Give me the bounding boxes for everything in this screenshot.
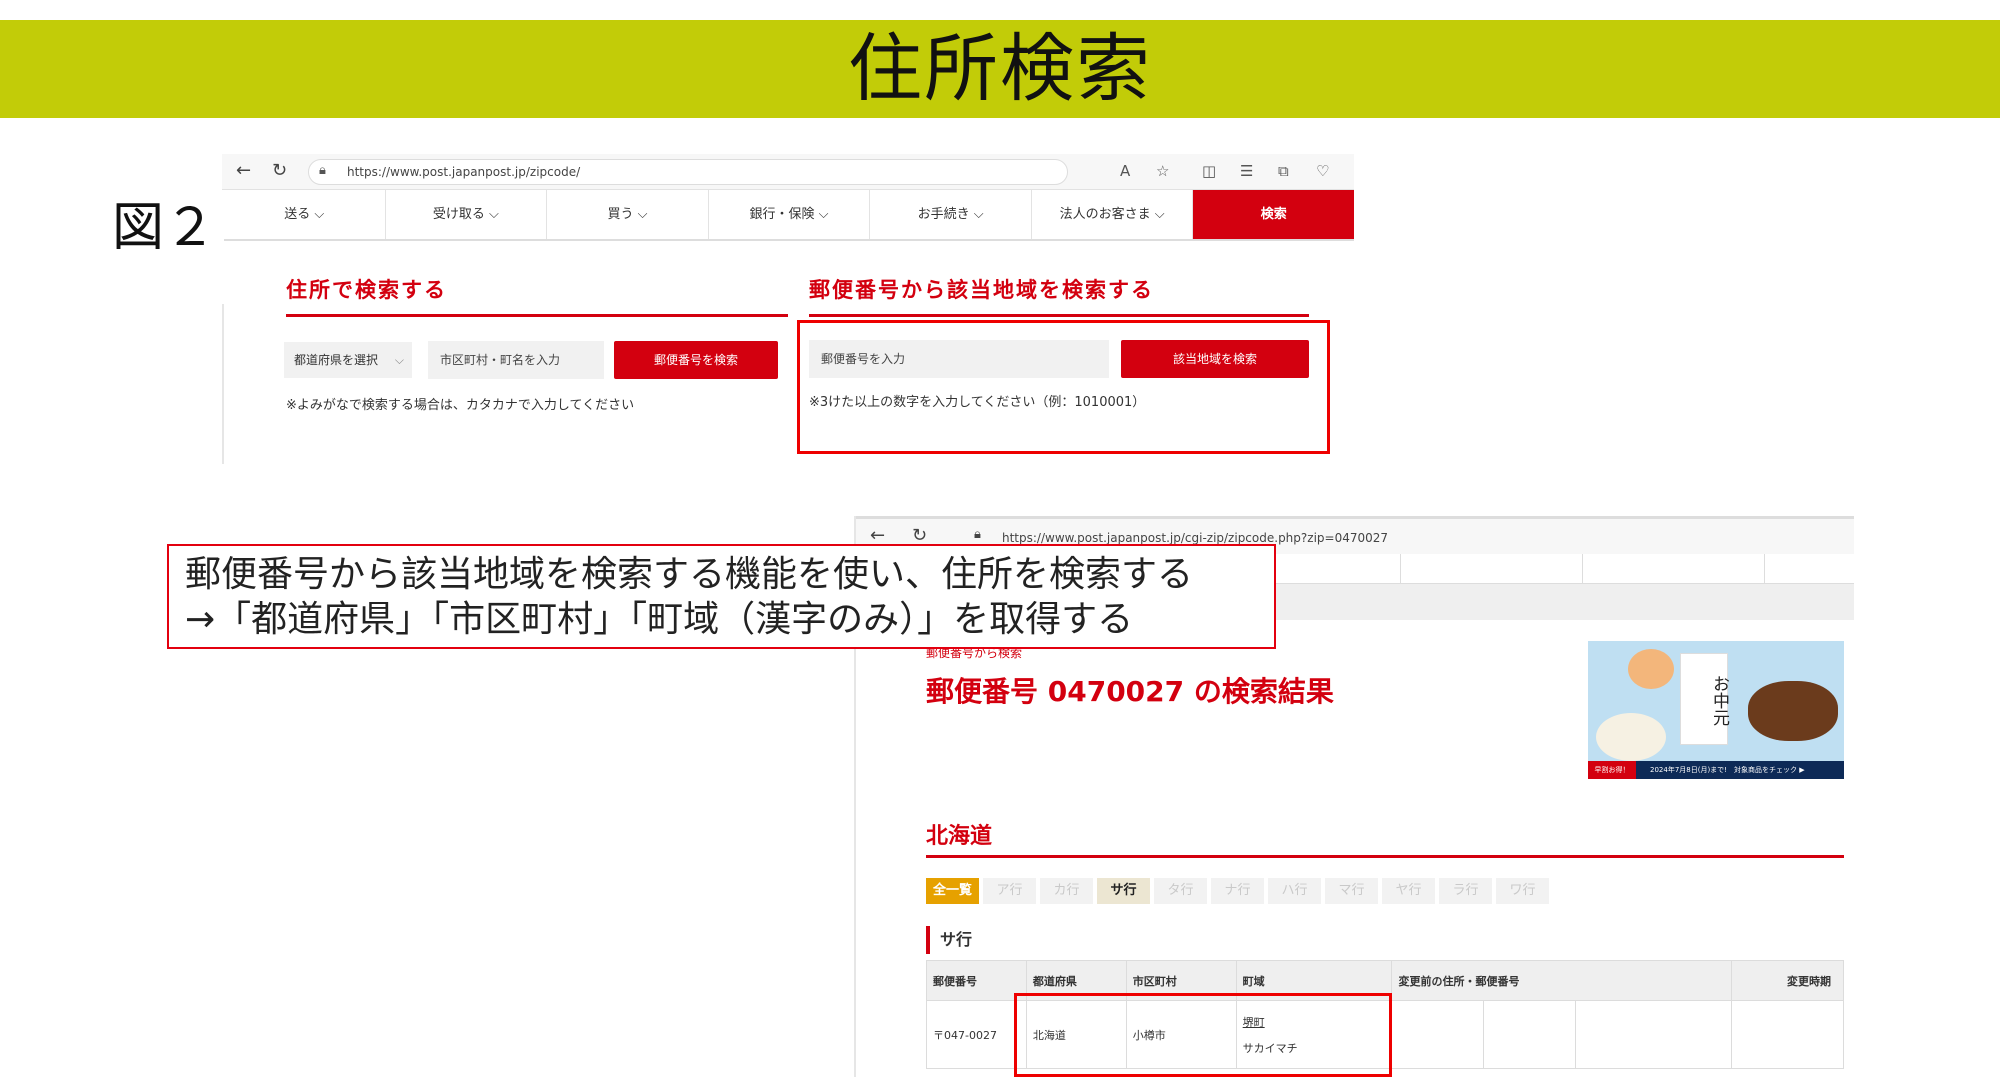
cell-empty xyxy=(1391,1000,1485,1069)
nav-separator xyxy=(1764,554,1765,584)
reload-icon[interactable]: ↻ xyxy=(912,525,927,546)
tab-ka[interactable]: カ行 xyxy=(1040,878,1093,904)
tab-all[interactable]: 全一覧 xyxy=(926,878,979,904)
main-nav: 送る ⌵ 受け取る ⌵ 買う ⌵ 銀行・保険 ⌵ お手続き ⌵ 法人のお客さま … xyxy=(224,190,1354,241)
slide-title: 住所検索 xyxy=(848,26,1152,112)
tab-na[interactable]: ナ行 xyxy=(1211,878,1264,904)
url-text: https://www.post.japanpost.jp/cgi-zip/zi… xyxy=(1002,531,1389,545)
nav-search-button[interactable]: 検索 xyxy=(1193,190,1354,239)
nav-procedures[interactable]: お手続き ⌵ xyxy=(870,190,1032,239)
lock-icon: 🔒︎ xyxy=(974,527,981,542)
row-group-heading: サ行 xyxy=(926,926,972,954)
collections-icon[interactable]: ⧉ xyxy=(1278,162,1289,180)
cell-empty xyxy=(1483,1000,1577,1069)
tab-ra[interactable]: ラ行 xyxy=(1439,878,1492,904)
promo-eel-image xyxy=(1748,681,1838,741)
nav-corporate[interactable]: 法人のお客さま ⌵ xyxy=(1032,190,1194,239)
result-title: 郵便番号 0470027 の検索結果 xyxy=(926,675,1334,708)
url-field[interactable]: 🔒︎ https://www.post.japanpost.jp/zipcode… xyxy=(308,159,1068,185)
header-zip: 郵便番号 xyxy=(926,960,1027,1001)
chevron-down-icon: ⌵ xyxy=(394,353,404,367)
lock-icon: 🔒︎ xyxy=(319,163,326,178)
promo-early-badge: 早割お得！ xyxy=(1588,761,1636,779)
nav-separator xyxy=(1400,554,1401,584)
figure-label: 図２ xyxy=(112,198,217,258)
tab-sa[interactable]: サ行 xyxy=(1097,878,1150,904)
promo-card-text: お中元 xyxy=(1709,674,1729,726)
page-edge xyxy=(222,304,224,464)
tab-ta[interactable]: タ行 xyxy=(1154,878,1207,904)
title-banner: 住所検索 xyxy=(0,20,2000,118)
prefecture-select-label: 都道府県を選択 xyxy=(294,353,379,367)
favorite-star-icon[interactable]: ☆ xyxy=(1156,162,1169,180)
tab-ma[interactable]: マ行 xyxy=(1325,878,1378,904)
tab-ha[interactable]: ハ行 xyxy=(1268,878,1321,904)
tab-a[interactable]: ア行 xyxy=(983,878,1036,904)
result-columns-highlight xyxy=(1014,993,1392,1077)
promo-noodle-image xyxy=(1596,713,1666,761)
url-text: https://www.post.japanpost.jp/zipcode/ xyxy=(347,165,581,179)
promo-card: お中元 xyxy=(1680,653,1729,745)
header-change-date: 変更時期 xyxy=(1731,960,1844,1001)
tab-wa[interactable]: ワ行 xyxy=(1496,878,1549,904)
back-icon[interactable]: ← xyxy=(870,525,885,546)
tab-ya[interactable]: ヤ行 xyxy=(1382,878,1435,904)
city-input[interactable]: 市区町村・町名を入力 xyxy=(428,341,604,379)
address-search-title: 住所で検索する xyxy=(286,278,447,302)
zip-search-rule xyxy=(809,314,1309,317)
address-search-rule xyxy=(286,314,788,317)
kana-tabs: 全一覧 ア行 カ行 サ行 タ行 ナ行 ハ行 マ行 ヤ行 ラ行 ワ行 xyxy=(926,878,1549,904)
nav-send[interactable]: 送る ⌵ xyxy=(224,190,386,239)
nav-receive[interactable]: 受け取る ⌵ xyxy=(386,190,548,239)
nav-buy[interactable]: 買う ⌵ xyxy=(547,190,709,239)
nav-bank-insurance[interactable]: 銀行・保険 ⌵ xyxy=(709,190,871,239)
zip-search-button[interactable]: 郵便番号を検索 xyxy=(614,341,778,379)
cell-empty xyxy=(1731,1000,1844,1069)
header-previous-address: 変更前の住所・郵便番号 xyxy=(1391,960,1733,1001)
prefecture-heading: 北海道 xyxy=(926,824,993,849)
callout-line-2: →「都道府県」「市区町村」「町域（漢字のみ）」を取得する xyxy=(185,599,1134,640)
prefecture-rule xyxy=(926,855,1844,858)
back-icon[interactable]: ← xyxy=(236,160,251,181)
cell-empty xyxy=(1575,1000,1733,1069)
kana-note: ※よみがなで検索する場合は、カタカナで入力してください xyxy=(286,398,635,413)
read-aloud-icon[interactable]: A xyxy=(1120,162,1130,180)
extensions-icon[interactable]: ♡ xyxy=(1316,162,1329,180)
cell-zip: 〒047-0027 xyxy=(926,1000,1027,1069)
favorites-icon[interactable]: ☰ xyxy=(1240,162,1253,180)
zip-section-highlight xyxy=(797,320,1330,454)
prefecture-select[interactable]: 都道府県を選択 ⌵ xyxy=(284,342,412,378)
browser-address-bar: ← ↻ 🔒︎ https://www.post.japanpost.jp/zip… xyxy=(222,154,1354,190)
reload-icon[interactable]: ↻ xyxy=(272,160,287,181)
callout-line-1: 郵便番号から該当地域を検索する機能を使い、住所を検索する xyxy=(185,554,1194,595)
nav-separator xyxy=(1582,554,1583,584)
split-screen-icon[interactable]: ◫ xyxy=(1202,162,1216,180)
promo-fruit-image xyxy=(1628,649,1674,689)
zip-search-title: 郵便番号から該当地域を検索する xyxy=(809,278,1154,302)
explanation-callout: 郵便番号から該当地域を検索する機能を使い、住所を検索する →「都道府県」「市区町… xyxy=(167,544,1276,649)
ochugen-promo-banner[interactable]: お中元 2024年7月8日(月)まで! 対象商品をチェック ▶ 早割お得！ xyxy=(1588,641,1844,779)
